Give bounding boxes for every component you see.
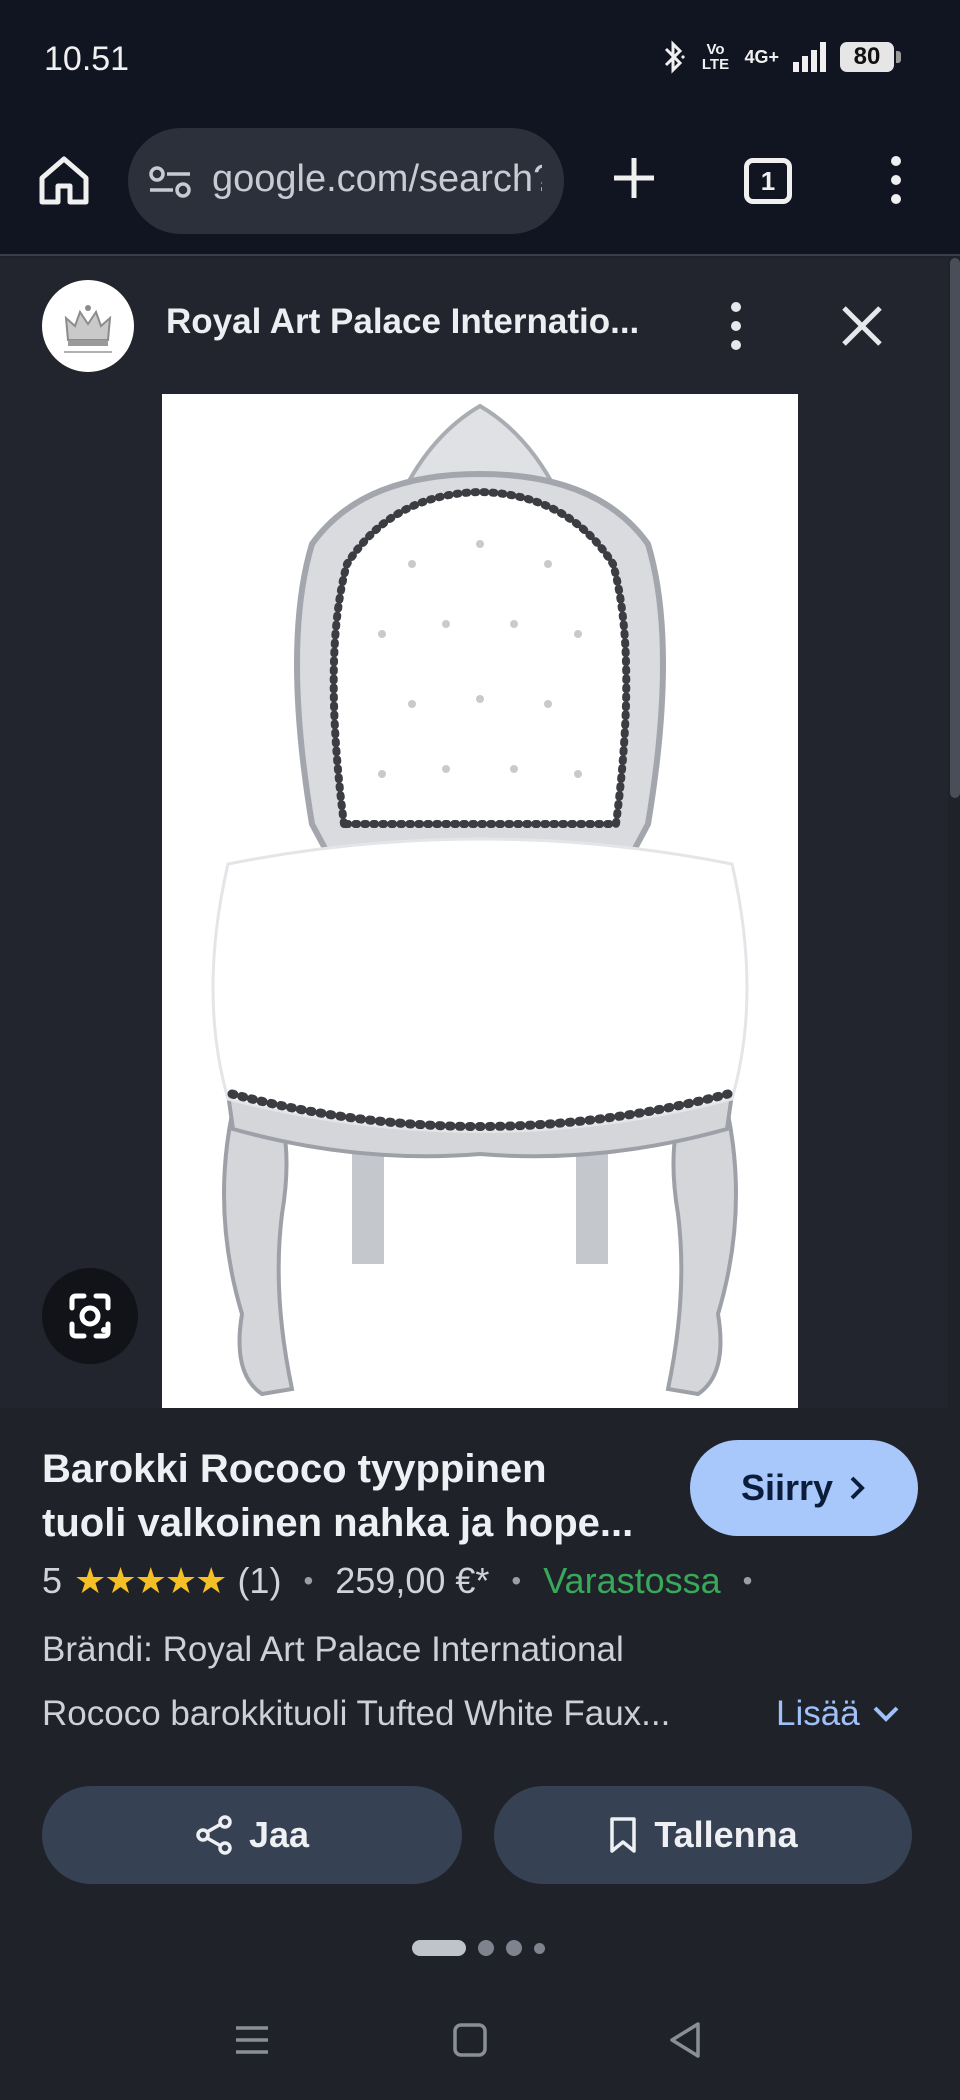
more-vert-icon[interactable] (872, 152, 920, 208)
lens-search-button[interactable] (42, 1268, 138, 1364)
share-icon (196, 1815, 232, 1855)
status-icons: Vo LTE 4G+ 80 (662, 40, 901, 74)
bluetooth-icon (665, 40, 686, 74)
battery-icon: 80 (840, 42, 901, 72)
product-title-line-2[interactable]: tuoli valkoinen nahka ja hope... (42, 1496, 652, 1550)
share-label: Jaa (248, 1814, 310, 1855)
separator-dot: • (742, 1565, 753, 1596)
availability: Varastossa (543, 1560, 721, 1601)
brand-text: Brändi: Royal Art Palace International (42, 1630, 624, 1669)
crown-icon (64, 305, 112, 353)
description-row: Rococo barokkituoli Tufted White Faux...… (42, 1694, 960, 1744)
separator-dot: • (511, 1565, 522, 1596)
network-type: 4G+ (744, 46, 779, 67)
browser-toolbar: google.com/search? 1 (0, 118, 960, 256)
status-time: 10.51 (44, 40, 130, 78)
carousel-dot (506, 1940, 522, 1956)
bookmark-icon (610, 1817, 637, 1853)
tab-switcher-button[interactable]: 1 (744, 158, 792, 204)
more-label: Lisää (776, 1694, 860, 1733)
site-settings-icon[interactable] (148, 166, 192, 198)
product-title-line-1[interactable]: Barokki Rococo tyyppinen (42, 1442, 652, 1496)
url-text[interactable]: google.com/search? (212, 158, 542, 201)
go-to-site-button[interactable]: Siirry (690, 1440, 918, 1536)
home-nav-icon[interactable] (440, 2010, 500, 2070)
carousel-dot (534, 1942, 545, 1954)
status-bar: 10.51 Vo LTE 4G+ 80 (0, 0, 960, 118)
star-icon: ★ (195, 1560, 227, 1601)
recent-apps-icon[interactable] (222, 2010, 282, 2070)
star-rating: ★★★★★ (74, 1560, 227, 1602)
new-tab-icon[interactable] (606, 150, 662, 206)
close-icon[interactable] (838, 302, 886, 350)
image-viewer (0, 394, 948, 1408)
more-vert-icon[interactable] (716, 298, 756, 354)
system-navigation-bar (0, 1990, 960, 2100)
back-icon[interactable] (656, 2010, 716, 2070)
signal-icon (793, 42, 826, 72)
chevron-down-icon (873, 1706, 899, 1722)
save-label: Tallenna (654, 1814, 798, 1855)
volte-indicator: Vo LTE (701, 41, 730, 73)
star-icon: ★ (164, 1560, 197, 1601)
result-panel-header: Royal Art Palace Internatio... (0, 258, 948, 394)
save-button[interactable]: Tallenna (494, 1786, 912, 1884)
rating-value: 5 (42, 1560, 63, 1601)
description-text: Rococo barokkituoli Tufted White Faux... (42, 1694, 671, 1733)
star-icon: ★ (134, 1560, 167, 1601)
site-logo (42, 280, 134, 372)
chevron-right-icon (850, 1476, 865, 1500)
carousel-dot (478, 1940, 494, 1956)
home-icon[interactable] (36, 152, 92, 208)
lens-icon (69, 1293, 111, 1339)
carousel-dot-active (412, 1940, 466, 1956)
chair-illustration (211, 403, 749, 1397)
product-title[interactable]: Barokki Rococo tyyppinen tuoli valkoinen… (42, 1442, 652, 1550)
scrollbar[interactable] (950, 258, 960, 798)
star-icon: ★ (74, 1560, 106, 1601)
go-button-label: Siirry (740, 1467, 834, 1508)
address-bar[interactable]: google.com/search? (128, 128, 564, 234)
share-button[interactable]: Jaa (42, 1786, 462, 1884)
more-button[interactable]: Lisää (776, 1694, 900, 1734)
product-image[interactable] (162, 394, 798, 1408)
site-name: Royal Art Palace Internatio... (166, 302, 640, 341)
review-count[interactable]: (1) (237, 1560, 281, 1602)
separator-dot: • (303, 1565, 314, 1596)
rating-price-row: 5 ★★★★★ (1) • 259,00 €* • Varastossa • (42, 1560, 774, 1602)
star-icon: ★ (104, 1560, 136, 1601)
price: 259,00 €* (335, 1560, 490, 1601)
carousel-indicator (412, 1940, 545, 1956)
